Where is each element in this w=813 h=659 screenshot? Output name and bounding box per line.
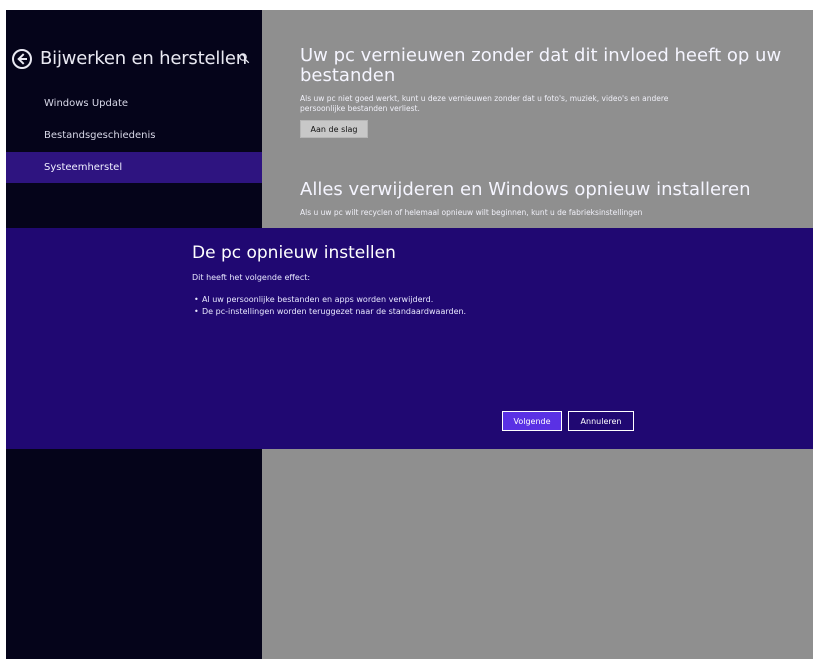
bullet-icon: • <box>194 295 199 304</box>
search-icon[interactable] <box>238 52 250 64</box>
sidebar-navigation: Windows Update Bestandsgeschiedenis Syst… <box>6 88 262 184</box>
sidebar-item-label: Systeemherstel <box>44 162 123 173</box>
bullet-icon: • <box>194 307 199 316</box>
effect-item: • De pc-instellingen worden teruggezet n… <box>194 306 466 318</box>
reset-pc-dialog <box>6 228 813 449</box>
back-arrow-circle-icon[interactable] <box>12 49 32 69</box>
refresh-title: Uw pc vernieuwen zonder dat dit invloed … <box>300 46 781 86</box>
pane-title: Bijwerken en herstellen <box>40 48 248 69</box>
effect-item: • Al uw persoonlijke bestanden en apps w… <box>194 294 466 306</box>
reset-description: Als u uw pc wilt recyclen of helemaal op… <box>300 208 643 217</box>
annuleren-button[interactable]: Annuleren <box>568 411 634 431</box>
dialog-title: De pc opnieuw instellen <box>192 243 396 263</box>
settings-screen: Bijwerken en herstellen Windows Update B… <box>6 10 813 659</box>
refresh-description: Als uw pc niet goed werkt, kunt u deze v… <box>300 94 669 113</box>
volgende-button[interactable]: Volgende <box>502 411 562 431</box>
effect-text: Al uw persoonlijke bestanden en apps wor… <box>202 295 434 304</box>
refresh-title-line-1: Uw pc vernieuwen zonder dat dit invloed … <box>300 45 782 66</box>
effects-list: • Al uw persoonlijke bestanden en apps w… <box>194 294 466 318</box>
refresh-title-line-2: bestanden <box>300 65 396 86</box>
sidebar-item-windows-update[interactable]: Windows Update <box>6 88 262 119</box>
effect-text: De pc-instellingen worden teruggezet naa… <box>202 307 467 316</box>
dialog-subtitle: Dit heeft het volgende effect: <box>192 273 311 282</box>
sidebar-item-label: Windows Update <box>44 98 129 109</box>
sidebar-item-bestandsgeschiedenis[interactable]: Bestandsgeschiedenis <box>6 120 262 151</box>
sidebar-item-label: Bestandsgeschiedenis <box>44 130 156 141</box>
sidebar-item-systeemherstel[interactable]: Systeemherstel <box>6 152 262 183</box>
refresh-section: Uw pc vernieuwen zonder dat dit invloed … <box>300 46 781 138</box>
aan-de-slag-button[interactable]: Aan de slag <box>300 120 368 138</box>
reset-section: Alles verwijderen en Windows opnieuw ins… <box>300 180 751 218</box>
pane-header: Bijwerken en herstellen <box>12 44 252 74</box>
reset-title: Alles verwijderen en Windows opnieuw ins… <box>300 179 751 200</box>
